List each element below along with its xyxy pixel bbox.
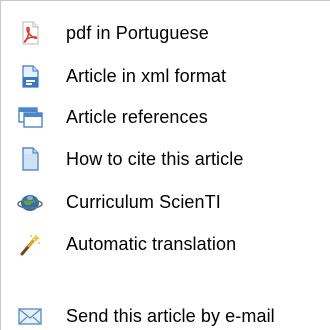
- menu-item-label: Send this article by e-mail: [66, 306, 275, 326]
- menu-item-xml-format[interactable]: Article in xml format: [1, 61, 330, 91]
- article-services-panel: pdf in Portuguese Article in xml format …: [0, 0, 330, 330]
- menu-item-how-to-cite[interactable]: How to cite this article: [1, 144, 330, 174]
- menu-item-pdf-portuguese[interactable]: pdf in Portuguese: [1, 18, 330, 48]
- references-window-icon: [18, 107, 43, 128]
- menu-item-label: Curriculum ScienTI: [66, 192, 221, 212]
- pdf-icon: [22, 21, 39, 45]
- magic-wand-icon: [20, 234, 41, 256]
- menu-item-automatic-translation[interactable]: Automatic translation: [1, 229, 330, 259]
- email-envelope-icon: [18, 308, 42, 325]
- cite-document-icon: [22, 147, 39, 171]
- menu-item-label: Article in xml format: [66, 66, 227, 86]
- menu-item-send-email[interactable]: Send this article by e-mail: [1, 301, 330, 330]
- menu-item-label: Automatic translation: [66, 234, 237, 254]
- menu-item-article-references[interactable]: Article references: [1, 102, 330, 132]
- menu-item-label: How to cite this article: [66, 149, 244, 169]
- menu-item-label: Article references: [66, 107, 208, 127]
- xml-document-icon: [22, 65, 39, 88]
- menu-item-label: pdf in Portuguese: [66, 23, 209, 43]
- menu-item-curriculum-scienti[interactable]: Curriculum ScienTI: [1, 187, 330, 217]
- globe-icon: [17, 195, 43, 211]
